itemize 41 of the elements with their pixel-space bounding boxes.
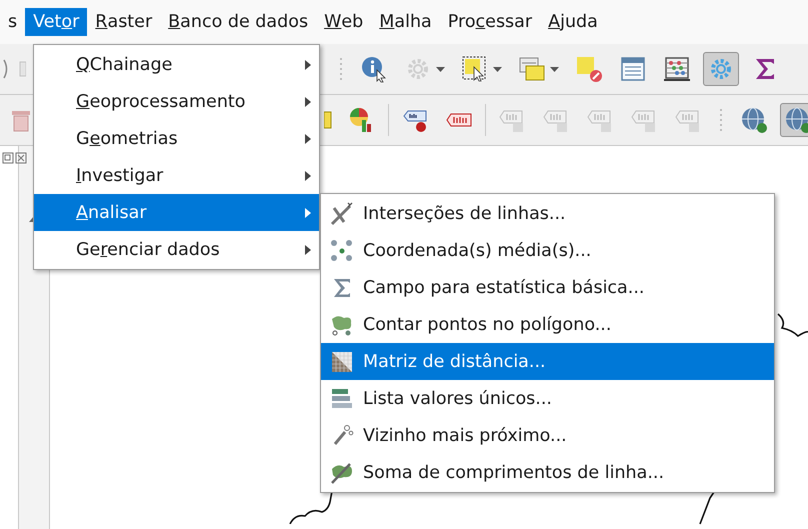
menu-bar-item[interactable]: s: [0, 8, 26, 36]
globe-icon: [740, 106, 768, 134]
menu-item[interactable]: Campo para estatística básica...: [321, 269, 774, 306]
map-line-drawing: [776, 312, 808, 338]
abacus-icon: [663, 55, 691, 83]
line-lengths-icon: [330, 460, 354, 484]
menu-bar-item[interactable]: Vetor: [25, 8, 88, 36]
layers-icon: [518, 55, 546, 83]
menu-bar-item[interactable]: Processar: [440, 8, 540, 36]
caret-icon: [550, 66, 559, 72]
info-cursor-icon: [360, 55, 388, 83]
menu-item[interactable]: Geometrias: [34, 120, 319, 157]
menu-item[interactable]: Coordenada(s) média(s)...: [321, 232, 774, 269]
caret-icon: [436, 66, 445, 72]
menu-item[interactable]: Investigar: [34, 157, 319, 194]
menu-item[interactable]: Matriz de distância...: [321, 343, 774, 380]
grip-icon: [338, 55, 344, 83]
menu-item[interactable]: Soma de comprimentos de linha...: [321, 454, 774, 491]
stacked-list-icon: [330, 386, 354, 410]
table-icon: [619, 55, 647, 83]
menu-item[interactable]: QChainage: [34, 46, 319, 83]
menu-bar-item[interactable]: Web: [316, 8, 372, 36]
menu-bar-item[interactable]: Raster: [87, 8, 160, 36]
menu-item[interactable]: Interseções de linhas...: [321, 195, 774, 232]
menu-bar-item[interactable]: Malha: [371, 8, 440, 36]
line-intersections-icon: [330, 202, 354, 226]
mean-points-icon: [330, 238, 354, 262]
deselect-icon: [575, 55, 603, 83]
caret-icon: [493, 66, 502, 72]
menu-item[interactable]: Geoprocessamento: [34, 83, 319, 120]
menu-item[interactable]: Vizinho mais próximo...: [321, 417, 774, 454]
globe-icon: [784, 106, 808, 134]
menu-bar-item[interactable]: Ajuda: [540, 8, 606, 36]
menu-item[interactable]: Lista valores únicos...: [321, 380, 774, 417]
menu-bar-item[interactable]: Banco de dados: [160, 8, 316, 36]
map-line-drawing: [289, 490, 334, 524]
menu-item[interactable]: Analisar: [34, 194, 319, 231]
grip-icon: [718, 106, 724, 134]
matrix-icon: [330, 350, 354, 374]
menu-item[interactable]: Contar pontos no polígono...: [321, 306, 774, 343]
menu-item[interactable]: Gerenciar dados: [34, 231, 319, 268]
